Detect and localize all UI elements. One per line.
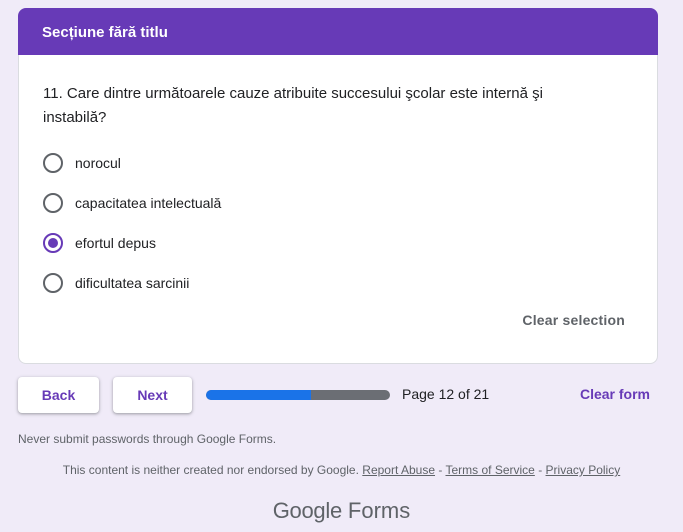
password-warning: Never submit passwords through Google Fo… xyxy=(18,432,277,446)
option-label: dificultatea sarcinii xyxy=(75,275,190,291)
option-capacitatea-intelectuala[interactable]: capacitatea intelectuală xyxy=(43,191,221,215)
back-button[interactable]: Back xyxy=(18,377,99,413)
clear-form-button[interactable]: Clear form xyxy=(580,386,650,402)
terms-of-service-link[interactable]: Terms of Service xyxy=(445,463,534,477)
option-norocul[interactable]: norocul xyxy=(43,151,121,175)
radio-button[interactable] xyxy=(43,193,63,213)
option-label: efortul depus xyxy=(75,235,156,251)
option-dificultatea-sarcinii[interactable]: dificultatea sarcinii xyxy=(43,271,189,295)
option-label: capacitatea intelectuală xyxy=(75,195,222,211)
radio-button-selected[interactable] xyxy=(43,233,63,253)
logo-product: Forms xyxy=(347,498,411,523)
section-title: Secțiune fără titlu xyxy=(42,24,168,41)
next-button[interactable]: Next xyxy=(113,377,192,413)
disclaimer-text: This content is neither created nor endo… xyxy=(62,463,359,477)
separator: - xyxy=(538,463,543,477)
radio-button[interactable] xyxy=(43,153,63,173)
progress-bar xyxy=(206,390,390,400)
google-forms-logo[interactable]: Google Forms xyxy=(0,498,683,524)
page-indicator: Page 12 of 21 xyxy=(402,386,490,402)
question-card: 11. Care dintre următoarele cauze atribu… xyxy=(18,55,658,364)
option-efortul-depus[interactable]: efortul depus xyxy=(43,231,156,255)
report-abuse-link[interactable]: Report Abuse xyxy=(362,463,435,477)
clear-selection-button[interactable]: Clear selection xyxy=(522,312,625,328)
disclaimer: This content is neither created nor endo… xyxy=(0,463,683,477)
radio-button[interactable] xyxy=(43,273,63,293)
progress-fill xyxy=(206,390,311,400)
separator: - xyxy=(438,463,443,477)
logo-brand: Google xyxy=(272,498,342,523)
section-header: Secțiune fără titlu xyxy=(18,8,658,55)
privacy-policy-link[interactable]: Privacy Policy xyxy=(546,463,621,477)
option-label: norocul xyxy=(75,155,121,171)
question-title: 11. Care dintre următoarele cauze atribu… xyxy=(43,85,543,126)
